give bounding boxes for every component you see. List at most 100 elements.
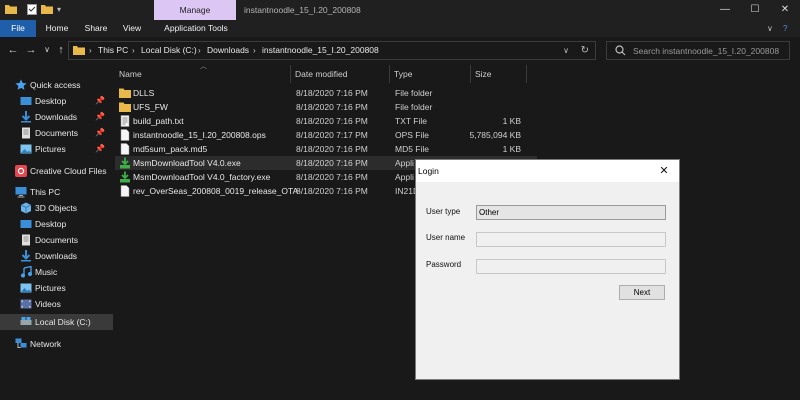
breadcrumb-separator: › xyxy=(198,46,201,55)
tab-share[interactable]: Share xyxy=(80,20,112,37)
ribbon-tabs: File Home Share View Application Tools ∨… xyxy=(0,20,800,37)
tab-home[interactable]: Home xyxy=(40,20,74,37)
sidebar-item-pictures[interactable]: Pictures xyxy=(0,280,113,296)
folder-icon xyxy=(119,88,131,98)
column-divider[interactable] xyxy=(526,65,527,83)
address-dropdown-icon[interactable]: ∨ xyxy=(563,42,569,59)
maximize-button[interactable]: ☐ xyxy=(740,0,770,20)
sidebar-item-downloads[interactable]: Downloads xyxy=(0,248,113,264)
forward-button[interactable]: → xyxy=(24,42,38,58)
sidebar-item-desktop-pinned[interactable]: Desktop 📌 xyxy=(0,93,113,109)
pin-icon: 📌 xyxy=(95,112,105,121)
user-type-label: User type xyxy=(426,207,461,216)
file-row[interactable]: DLLS 8/18/2020 7:16 PM File folder xyxy=(115,86,537,100)
column-header-type[interactable]: Type xyxy=(390,63,470,85)
address-bar[interactable]: › This PC › Local Disk (C:) › Downloads … xyxy=(68,41,596,60)
tab-application-tools[interactable]: Application Tools xyxy=(156,20,236,37)
desktop-icon xyxy=(20,220,32,228)
breadcrumb-downloads[interactable]: Downloads xyxy=(207,42,249,59)
chevron-down-icon: ⌵ xyxy=(479,208,486,217)
ribbon-collapse-icon[interactable]: ∨ xyxy=(767,20,773,37)
breadcrumb-separator: › xyxy=(253,46,256,55)
tab-view[interactable]: View xyxy=(118,20,146,37)
breadcrumb-current-folder[interactable]: instantnoodle_15_I.20_200808 xyxy=(262,42,379,59)
download-icon xyxy=(21,111,31,123)
desktop-icon xyxy=(20,97,32,105)
search-icon xyxy=(615,45,626,56)
up-button[interactable]: ↑ xyxy=(54,42,68,58)
search-input[interactable] xyxy=(633,43,783,58)
window-title: instantnoodle_15_I.20_200808 xyxy=(244,5,361,15)
computer-icon xyxy=(15,187,27,198)
refresh-icon[interactable]: ↻ xyxy=(581,42,589,59)
sidebar-item-downloads-pinned[interactable]: Downloads 📌 xyxy=(0,109,113,125)
password-input[interactable] xyxy=(476,259,666,274)
pictures-icon xyxy=(20,283,32,293)
breadcrumb-separator: › xyxy=(132,46,135,55)
dialog-title: Login xyxy=(418,166,439,176)
pictures-icon xyxy=(20,144,32,154)
column-header-size[interactable]: Size xyxy=(471,63,526,85)
folder-icon[interactable] xyxy=(5,4,17,15)
breadcrumb-separator: › xyxy=(89,46,92,55)
file-row[interactable]: build_path.txt 8/18/2020 7:16 PM TXT Fil… xyxy=(115,114,537,128)
column-header-name[interactable]: Name xyxy=(115,63,290,85)
file-row[interactable]: UFS_FW 8/18/2020 7:16 PM File folder xyxy=(115,100,537,114)
sidebar-item-music[interactable]: Music xyxy=(0,264,113,280)
search-box[interactable] xyxy=(606,41,790,60)
password-label: Password xyxy=(426,260,462,269)
user-name-input[interactable] xyxy=(476,232,666,247)
back-button[interactable]: ← xyxy=(6,42,20,58)
sidebar-item-pictures-pinned[interactable]: Pictures 📌 xyxy=(0,141,113,157)
sidebar-item-3d-objects[interactable]: 3D Objects xyxy=(0,200,113,216)
close-button[interactable]: ✕ xyxy=(770,0,800,20)
dialog-title-bar: Login ✕ xyxy=(416,160,679,182)
sidebar-item-quick-access[interactable]: Quick access xyxy=(0,77,113,93)
documents-icon xyxy=(22,234,30,246)
sidebar-item-videos[interactable]: Videos xyxy=(0,296,113,312)
column-header-date-modified[interactable]: Date modified xyxy=(291,63,389,85)
login-dialog: Login ✕ User type Other ⌵ User name Pass… xyxy=(415,159,680,380)
breadcrumb-local-disk[interactable]: Local Disk (C:) xyxy=(141,42,197,59)
title-bar: ▾ Manage instantnoodle_15_I.20_200808 — … xyxy=(0,0,800,20)
file-icon xyxy=(120,143,130,155)
star-icon xyxy=(15,79,27,90)
cube-icon xyxy=(20,202,32,214)
sidebar-item-network[interactable]: Network xyxy=(0,336,113,352)
app-icon xyxy=(120,171,130,183)
user-type-select[interactable]: Other ⌵ xyxy=(476,205,666,220)
sidebar-item-creative-cloud-files[interactable]: Creative Cloud Files xyxy=(0,163,113,179)
navigation-bar: ← → ∨ ↑ › This PC › Local Disk (C:) › Do… xyxy=(0,37,800,63)
file-row[interactable]: md5sum_pack.md5 8/18/2020 7:16 PM MD5 Fi… xyxy=(115,142,537,156)
quick-access-dropdown-icon[interactable]: ▾ xyxy=(57,0,61,20)
file-row[interactable]: instantnoodle_15_I.20_200808.ops 8/18/20… xyxy=(115,128,537,142)
download-icon xyxy=(21,250,31,262)
sidebar-item-this-pc[interactable]: This PC xyxy=(0,184,113,200)
help-icon[interactable]: ? xyxy=(783,20,787,37)
sidebar-item-documents-pinned[interactable]: Documents 📌 xyxy=(0,125,113,141)
pin-icon: 📌 xyxy=(95,96,105,105)
minimize-button[interactable]: — xyxy=(710,0,740,20)
breadcrumb-this-pc[interactable]: This PC xyxy=(98,42,128,59)
user-name-label: User name xyxy=(426,233,466,242)
manage-tab[interactable]: Manage xyxy=(154,0,236,20)
folder-icon xyxy=(119,102,131,112)
new-folder-icon[interactable] xyxy=(41,4,53,15)
navigation-pane: Quick access Desktop 📌 Downloads 📌 Docum… xyxy=(0,63,113,400)
file-icon xyxy=(120,185,130,197)
sidebar-item-desktop[interactable]: Desktop xyxy=(0,216,113,232)
sidebar-item-documents[interactable]: Documents xyxy=(0,232,113,248)
file-icon xyxy=(120,129,130,141)
videos-icon xyxy=(20,299,32,309)
dialog-close-button[interactable]: ✕ xyxy=(649,160,679,182)
sidebar-item-local-disk[interactable]: Local Disk (C:) xyxy=(0,314,113,330)
network-icon xyxy=(15,338,27,348)
app-icon xyxy=(120,157,130,169)
recent-locations-button[interactable]: ∨ xyxy=(40,42,54,58)
creative-cloud-icon xyxy=(15,165,27,177)
pin-icon: 📌 xyxy=(95,144,105,153)
tab-file[interactable]: File xyxy=(0,20,36,37)
properties-icon[interactable] xyxy=(27,4,37,15)
next-button[interactable]: Next xyxy=(619,285,665,300)
documents-icon xyxy=(22,127,30,139)
